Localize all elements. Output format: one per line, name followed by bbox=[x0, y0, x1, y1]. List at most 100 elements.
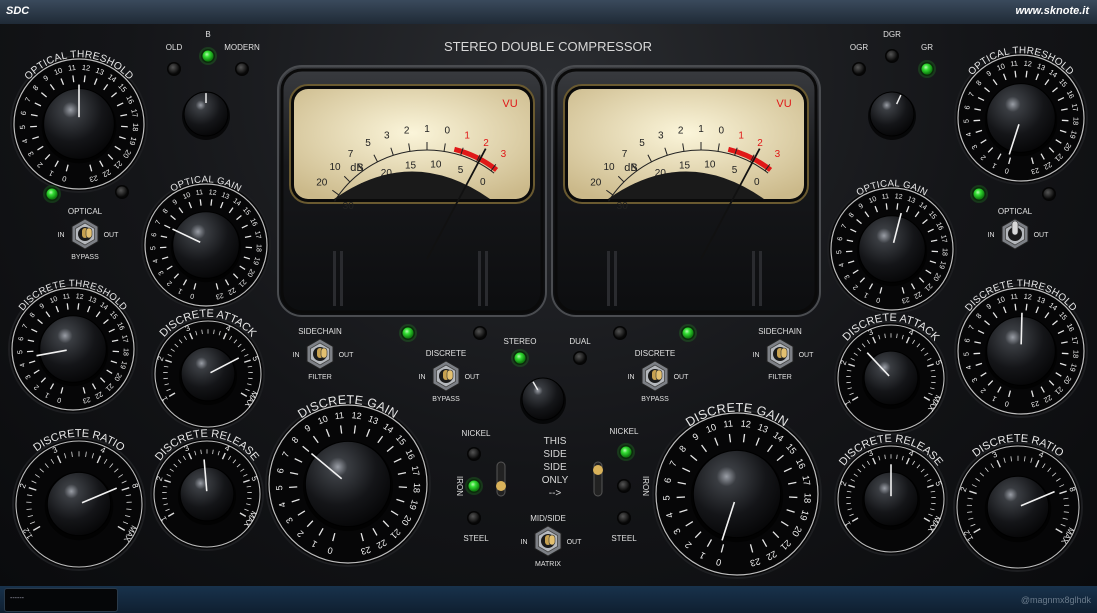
mode-label-modern: MODERN bbox=[224, 43, 260, 52]
right-iron-led bbox=[618, 480, 630, 492]
vu-scale-label: 3 bbox=[775, 149, 781, 160]
switch-out-label: OUT bbox=[1034, 232, 1050, 239]
switch-title: OPTICAL bbox=[68, 207, 103, 216]
right-mode-knob[interactable] bbox=[868, 91, 916, 140]
left-discrete-gain-knob[interactable]: 012345678910 11 12 1314151617181920212223DI… bbox=[265, 393, 431, 567]
scale-number: 11 bbox=[62, 293, 70, 301]
left-aux-led bbox=[116, 186, 128, 198]
toggle-lever[interactable] bbox=[446, 369, 454, 381]
right-discrete-gain-knob[interactable]: 012345678910 11 12 1314151617181920212223DI… bbox=[652, 401, 822, 579]
switch-out-label: OUT bbox=[674, 374, 690, 381]
scale-number: 17 bbox=[1070, 336, 1080, 346]
left-discrete-attack-knob[interactable]: 123 45MAXDISCRETE ATTACK bbox=[151, 308, 265, 431]
right-discrete-attack-knob[interactable]: 123 45MAXDISCRETE ATTACK bbox=[834, 312, 948, 435]
scale-number: 12 bbox=[351, 410, 362, 421]
vu-scale-label: 3 bbox=[384, 130, 390, 141]
scale-number: 12 bbox=[208, 189, 217, 197]
scale-number: 17 bbox=[1070, 103, 1080, 113]
scale-tick bbox=[1014, 70, 1017, 78]
scale-tick bbox=[896, 203, 899, 210]
switch-in-label: IN bbox=[293, 352, 300, 359]
left-steel-label: STEEL bbox=[463, 534, 489, 543]
knob-cap[interactable] bbox=[858, 215, 926, 283]
right-discrete-bypass-switch[interactable]: DISCRETE BYPASS IN OUT bbox=[628, 349, 690, 403]
left-aux-led-2 bbox=[474, 327, 486, 339]
right-aux-led bbox=[1043, 188, 1055, 200]
switch-in-label: IN bbox=[521, 539, 528, 546]
scale-tick bbox=[1063, 511, 1069, 513]
vu-scale-label: 5 bbox=[732, 165, 738, 176]
toggle-lever[interactable] bbox=[1011, 220, 1019, 236]
right-sidechain-switch[interactable]: SIDECHAIN FILTER IN OUT bbox=[753, 327, 815, 381]
knob-cap[interactable] bbox=[986, 83, 1056, 153]
knob-cap[interactable] bbox=[304, 440, 392, 528]
vu-scale-label: 15 bbox=[405, 160, 417, 171]
right-transformer-lever[interactable] bbox=[593, 465, 603, 475]
vu-scale-label: 20 bbox=[316, 178, 328, 189]
scale-number: 12 bbox=[740, 418, 751, 429]
scale-number: 11 bbox=[1010, 292, 1019, 302]
left-transformer-lever[interactable] bbox=[496, 481, 506, 491]
knob-cap[interactable] bbox=[179, 466, 235, 522]
vu-scale-label: 1 bbox=[464, 130, 470, 141]
this-side-only-text: SIDE bbox=[543, 462, 567, 473]
vu-scale-label: 7 bbox=[348, 149, 354, 160]
left-optical-bypass-switch[interactable]: OPTICAL BYPASS IN OUT bbox=[58, 207, 120, 261]
dual-label: DUAL bbox=[569, 337, 591, 346]
preset-display[interactable]: ------ bbox=[4, 588, 118, 612]
switch-subtitle: BYPASS bbox=[432, 396, 460, 403]
toggle-lever[interactable] bbox=[655, 369, 663, 381]
scale-number: 12 bbox=[81, 63, 90, 73]
left-mode-knob[interactable] bbox=[182, 91, 230, 140]
mode-led-ogr bbox=[853, 63, 865, 75]
scale-tick bbox=[72, 75, 75, 83]
right-discrete-threshold-knob[interactable]: 012345678910 11 12 1314151617181920212223DI… bbox=[954, 278, 1088, 418]
toggle-lever[interactable] bbox=[320, 347, 328, 359]
vu-scale-label: 5 bbox=[458, 165, 464, 176]
this-side-only-text: THIS bbox=[544, 436, 567, 447]
switch-title: DISCRETE bbox=[426, 349, 466, 358]
mode-led-dgr bbox=[886, 50, 898, 62]
midside-matrix-switch[interactable]: MID/SIDE MATRIX IN OUT bbox=[521, 514, 583, 568]
scale-number: 18 bbox=[121, 348, 128, 356]
right-discrete-release-knob[interactable]: 123 45MAXDISCRETE RELEASE bbox=[834, 433, 948, 556]
right-optical-gain-knob[interactable]: 012345678910 11 12 1314151617181920212223OP… bbox=[827, 178, 957, 314]
right-discrete-ratio-knob[interactable]: 1.223 48MAXDISCRETE RATIO bbox=[953, 433, 1084, 572]
knob-cap[interactable] bbox=[172, 211, 240, 279]
knob-cap[interactable] bbox=[46, 471, 112, 537]
right-vu-meter: 2010753210123302520151050dBVU bbox=[551, 65, 821, 317]
vu-scale-label: 7 bbox=[622, 149, 628, 160]
left-discrete-release-knob[interactable]: 123 45MAXDISCRETE RELEASE bbox=[150, 428, 264, 551]
status-bar: ------ @magnmx8glhdk bbox=[0, 586, 1097, 613]
vu-scale-label: 2 bbox=[678, 126, 684, 137]
left-discrete-threshold-knob[interactable]: 012345678910 11 12 1314151617181920212223DI… bbox=[8, 278, 138, 414]
right-nickel-label: NICKEL bbox=[610, 427, 639, 436]
toggle-lever[interactable] bbox=[85, 227, 93, 239]
knob-cap[interactable] bbox=[692, 449, 782, 539]
right-optical-threshold-knob[interactable]: 012345678910 11 12 1314151617181920212223OP… bbox=[954, 45, 1088, 185]
switch-in-label: IN bbox=[58, 232, 65, 239]
mode-led-modern bbox=[236, 63, 248, 75]
scale-number: 5 bbox=[150, 246, 157, 250]
left-sidechain-switch[interactable]: SIDECHAIN FILTER IN OUT bbox=[293, 327, 355, 381]
left-discrete-ratio-knob[interactable]: 1.223 48MAXDISCRETE RATIO bbox=[12, 428, 147, 571]
right-optical-bypass-switch[interactable]: OPTICAL IN OUT bbox=[988, 207, 1050, 250]
switch-out-label: OUT bbox=[339, 352, 355, 359]
scale-tick bbox=[1025, 303, 1028, 311]
left-discrete-bypass-switch[interactable]: DISCRETE BYPASS IN OUT bbox=[419, 349, 481, 403]
toggle-lever[interactable] bbox=[780, 347, 788, 359]
scale-number: 12 bbox=[894, 193, 903, 201]
left-optical-gain-knob[interactable]: 012345678910 11 12 1314151617181920212223OP… bbox=[141, 174, 271, 310]
left-optical-threshold-knob[interactable]: 012345678910 11 12 1314151617181920212223OP… bbox=[10, 49, 148, 193]
scale-tick bbox=[126, 508, 132, 510]
link-mode-knob[interactable] bbox=[520, 377, 566, 424]
right-iron-label: IRON bbox=[641, 476, 650, 496]
knob-cap[interactable] bbox=[863, 350, 919, 406]
knob-cap[interactable] bbox=[39, 315, 107, 383]
switch-title: MID/SIDE bbox=[530, 514, 566, 523]
toggle-lever[interactable] bbox=[548, 534, 556, 546]
scale-number: 5 bbox=[274, 485, 284, 491]
switch-in-label: IN bbox=[988, 232, 995, 239]
knob-cap[interactable] bbox=[986, 475, 1050, 539]
knob-cap[interactable] bbox=[180, 346, 236, 402]
